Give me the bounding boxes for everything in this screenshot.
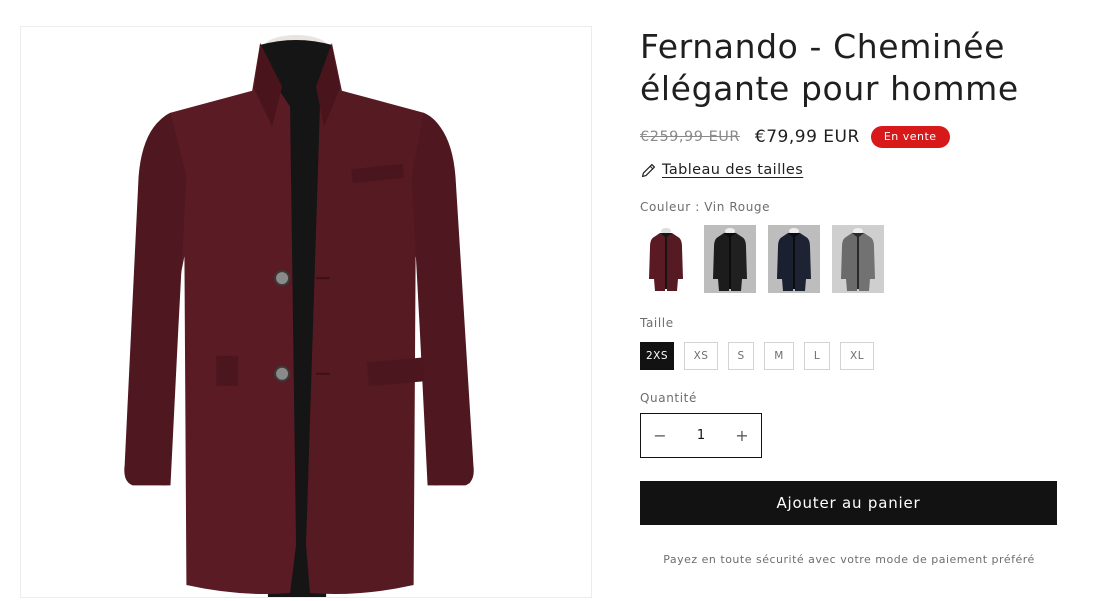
price-row: €259,99 EUR €79,99 EUR En vente [640,124,1058,150]
size-option-2xs[interactable]: 2XS [640,342,675,370]
coat-illustration [124,34,474,597]
size-option-xl[interactable]: XL [840,342,875,370]
color-swatches [640,225,1058,293]
size-option-xs[interactable]: XS [684,342,719,370]
quantity-decrease-button[interactable]: − [641,426,679,445]
sale-price: €79,99 EUR [754,127,860,147]
product-title: Fernando - Cheminée élégante pour homme [640,27,1019,108]
quantity-input[interactable] [679,427,723,444]
product-info: Fernando - Cheminée élégante pour homme … [640,26,1058,566]
size-option-s[interactable]: S [728,342,755,370]
size-options: 2XS XS S M L XL [640,342,1058,370]
quantity-increase-button[interactable]: + [723,426,761,445]
add-to-cart-button[interactable]: Ajouter au panier [640,481,1057,525]
product-image[interactable] [20,26,592,598]
color-label: Couleur : Vin Rouge [640,200,771,214]
quantity-stepper: − + [640,413,762,458]
size-option-m[interactable]: M [764,342,795,370]
sale-badge: En vente [870,126,950,148]
pencil-ruler-icon [641,163,656,177]
size-chart-label: Tableau des tailles [662,162,804,178]
size-label: Taille [640,316,674,330]
quantity-label: Quantité [640,391,697,405]
regular-price: €259,99 EUR [640,129,740,145]
color-swatch-marine[interactable] [768,225,820,293]
size-option-l[interactable]: L [804,342,831,370]
secure-payment-note: Payez en toute sécurité avec votre mode … [663,553,1035,566]
size-chart-link[interactable]: Tableau des tailles [640,160,1058,180]
color-swatch-vin-rouge[interactable] [640,225,692,293]
color-swatch-gris[interactable] [832,225,884,293]
color-swatch-noir[interactable] [704,225,756,293]
